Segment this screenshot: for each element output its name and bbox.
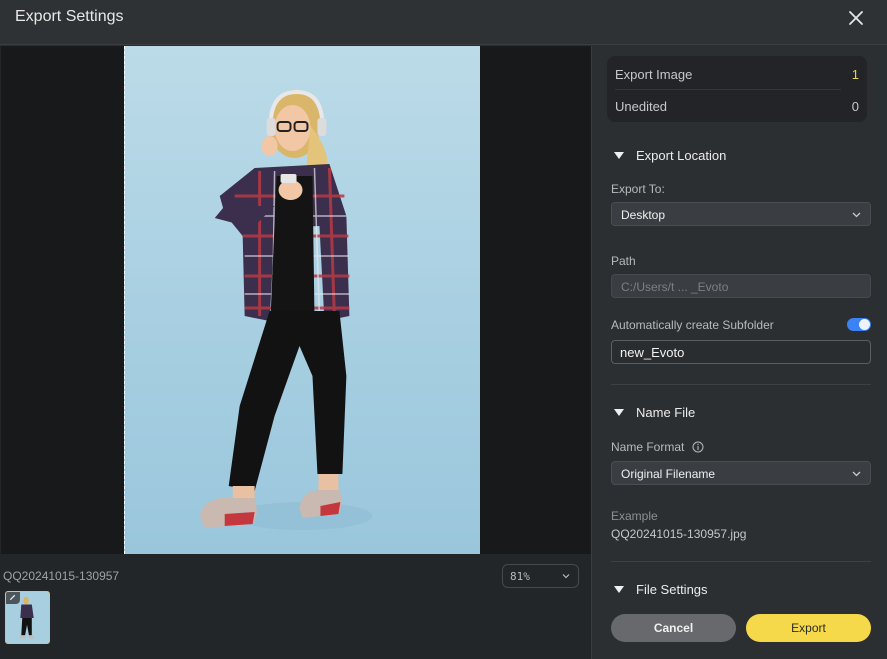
zoom-level-dropdown[interactable]: 81% [502, 564, 579, 588]
title-bar: Export Settings [0, 0, 887, 45]
export-to-dropdown[interactable]: Desktop [611, 202, 871, 226]
section-divider [611, 384, 871, 385]
cancel-button[interactable]: Cancel [611, 614, 736, 642]
subfolder-label: Automatically create Subfolder [611, 318, 774, 332]
thumbnail-item[interactable] [5, 591, 50, 644]
name-format-label: Name Format [611, 440, 685, 454]
example-filename: QQ20241015-130957.jpg [611, 527, 747, 541]
example-label: Example [611, 509, 658, 523]
close-button[interactable] [845, 7, 867, 29]
export-button[interactable]: Export [746, 614, 871, 642]
dialog-title: Export Settings [15, 8, 124, 25]
export-to-label: Export To: [611, 182, 665, 196]
subfolder-name-input[interactable] [611, 340, 871, 364]
preview-panel: QQ20241015-130957 81% [0, 46, 591, 659]
name-format-label-row: Name Format [611, 440, 704, 454]
preview-filename: QQ20241015-130957 [3, 569, 120, 583]
section-divider [611, 561, 871, 562]
edited-badge [6, 592, 20, 604]
file-settings-section-toggle[interactable]: File Settings [614, 582, 708, 597]
name-file-heading: Name File [636, 405, 696, 420]
export-location-heading: Export Location [636, 148, 727, 163]
export-image-row: Export Image 1 [615, 58, 859, 90]
name-format-value: Original Filename [621, 467, 716, 481]
unedited-row: Unedited 0 [615, 90, 859, 122]
person-figure [199, 89, 373, 530]
path-field: C:/Users/t ... _Evoto [611, 274, 871, 298]
settings-panel: Export Image 1 Unedited 0 Export Locatio… [592, 46, 887, 659]
close-icon [849, 11, 863, 25]
caret-down-icon [614, 409, 624, 416]
export-image-label: Export Image [615, 67, 693, 82]
unedited-count: 0 [851, 99, 859, 114]
export-summary: Export Image 1 Unedited 0 [607, 56, 867, 122]
file-settings-heading: File Settings [636, 582, 708, 597]
caret-down-icon [614, 152, 624, 159]
export-to-value: Desktop [621, 208, 666, 222]
unedited-label: Unedited [615, 99, 668, 114]
chevron-down-icon [562, 574, 570, 579]
path-value: C:/Users/t ... _Evoto [621, 280, 729, 294]
chevron-down-icon [852, 471, 861, 477]
info-icon[interactable] [692, 441, 704, 453]
zoom-level-value: 81% [510, 570, 530, 583]
chevron-down-icon [852, 212, 861, 218]
caret-down-icon [614, 586, 624, 593]
pencil-icon [9, 594, 16, 601]
path-label: Path [611, 254, 636, 268]
name-format-dropdown[interactable]: Original Filename [611, 461, 871, 485]
preview-image [124, 46, 480, 554]
toggle-knob [859, 319, 870, 330]
export-location-section-toggle[interactable]: Export Location [614, 148, 726, 163]
preview-canvas [1, 46, 591, 554]
export-image-count: 1 [851, 67, 859, 82]
name-file-section-toggle[interactable]: Name File [614, 405, 695, 420]
subfolder-toggle[interactable] [847, 318, 871, 331]
